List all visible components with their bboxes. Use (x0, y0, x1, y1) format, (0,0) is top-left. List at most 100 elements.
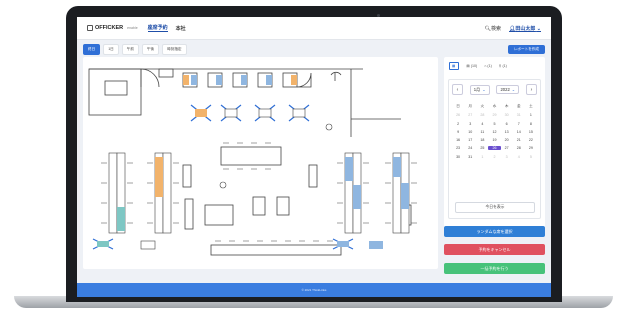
cancel-reservation-button[interactable]: 予約をキャンセル (444, 244, 545, 255)
calendar-day[interactable]: 24 (464, 146, 476, 150)
seat-desk-teal[interactable] (117, 207, 125, 231)
bulk-reservation-button[interactable]: 一括予約を行う (444, 263, 545, 274)
calendar-day[interactable]: 3 (464, 122, 476, 126)
floor-map[interactable] (83, 57, 438, 269)
calendar-day[interactable]: 2 (452, 122, 464, 126)
calendar-header: ‹ 1月 ⌄ 2022 ⌄ › (449, 80, 540, 99)
seat-cluster-2[interactable] (224, 108, 238, 118)
prev-month-button[interactable]: ‹ (452, 84, 463, 95)
calendar-day[interactable]: 29 (488, 113, 500, 117)
calendar-day[interactable]: 8 (525, 122, 537, 126)
logo-text: OFFICKER (95, 25, 124, 31)
calendar-day[interactable]: 6 (501, 122, 513, 126)
user-menu[interactable]: 👤︎田山太郎 ⌄ (509, 25, 541, 32)
nav-seat-reservation[interactable]: 座席予約 (147, 24, 168, 32)
show-today-button[interactable]: 今日を表示 (455, 202, 535, 213)
logo-tagline: enable (127, 26, 138, 30)
seat-cluster-1[interactable] (195, 109, 207, 117)
sofa-area (204, 204, 234, 226)
calendar-day[interactable]: 9 (452, 130, 464, 134)
calendar-day[interactable]: 5 (525, 155, 537, 159)
calendar-day[interactable]: 27 (501, 146, 513, 150)
seat-desk-blue-3[interactable] (393, 157, 401, 177)
weekday-header: 金 (516, 104, 521, 108)
year-select[interactable]: 2022 ⌄ (496, 85, 520, 94)
next-month-button[interactable]: › (526, 84, 537, 95)
calendar-day[interactable]: 27 (464, 113, 476, 117)
calendar-day[interactable]: 28 (476, 113, 488, 117)
calendar-day[interactable]: 2 (488, 155, 500, 159)
calendar-day[interactable]: 30 (452, 155, 464, 159)
tab-afternoon[interactable]: 午後 (141, 43, 160, 55)
calendar-day[interactable]: 1 (525, 113, 537, 117)
tab-time-specified[interactable]: 時刻指定 (162, 43, 187, 55)
door-arc (140, 68, 160, 88)
calendar-day[interactable]: 5 (488, 122, 500, 126)
seat-single-7[interactable] (369, 241, 383, 249)
random-seat-button[interactable]: ランダムな席を選択 (444, 226, 545, 237)
chevron-right-icon: › (530, 86, 533, 93)
calendar-day[interactable]: 10 (464, 130, 476, 134)
column-b (308, 164, 318, 188)
calendar-day[interactable]: 4 (476, 122, 488, 126)
month-select[interactable]: 1月 ⌄ (469, 84, 490, 95)
calendar-day[interactable]: 1 (476, 155, 488, 159)
seat-desk-blue-2[interactable] (353, 185, 361, 209)
calendar-day[interactable]: 16 (452, 138, 464, 142)
calendar-day[interactable]: 31 (513, 113, 525, 117)
app-logo[interactable]: OFFICKER (87, 25, 123, 31)
panel-tab-document[interactable]: ▤ (10) (466, 64, 477, 68)
seat-cluster-6[interactable] (337, 241, 349, 247)
search-button[interactable]: 🔍︎検索 (485, 25, 501, 32)
panel-tab-pin[interactable]: ⚲ (1) (499, 64, 507, 68)
calendar-day[interactable]: 26 (452, 113, 464, 117)
calendar-day[interactable]: 31 (464, 155, 476, 159)
search-label: 検索 (491, 25, 502, 32)
calendar-day[interactable]: 15 (525, 130, 537, 134)
seat-cluster-4[interactable] (292, 108, 306, 118)
panel-tab-home[interactable]: ⌂ (1) (484, 64, 492, 68)
seat-desk-blue-4[interactable] (401, 183, 409, 209)
calendar-day[interactable]: 20 (501, 138, 513, 142)
calendar-day[interactable]: 3 (501, 155, 513, 159)
seat-booth-5[interactable] (291, 75, 297, 85)
calendar-day[interactable]: 22 (525, 138, 537, 142)
weekday-header: 水 (492, 104, 497, 108)
calendar-day[interactable]: 14 (513, 130, 525, 134)
calendar-day[interactable]: 19 (488, 138, 500, 142)
calendar-day[interactable]: 17 (464, 138, 476, 142)
center-table (220, 146, 282, 166)
seat-booth-2[interactable] (216, 75, 222, 85)
panel-tab-home-count: (1) (487, 64, 492, 68)
seat-desk-blue-1[interactable] (345, 157, 353, 181)
calendar-day[interactable]: 4 (513, 155, 525, 159)
calendar-day[interactable]: 11 (476, 130, 488, 134)
seat-booth-1b[interactable] (183, 75, 189, 85)
calendar-day[interactable]: 29 (525, 146, 537, 150)
seat-single-8[interactable] (140, 240, 156, 250)
tab-morning[interactable]: 午前 (121, 43, 139, 55)
seat-cluster-3[interactable] (258, 108, 272, 118)
calendar-day[interactable]: 28 (513, 146, 525, 150)
floor-plan-svg[interactable] (83, 57, 438, 269)
calendar-day[interactable]: 21 (513, 138, 525, 142)
panel-tab-calendar[interactable]: ▦ (449, 62, 460, 70)
calendar-day[interactable]: 25 (476, 146, 488, 150)
seat-booth-4[interactable] (266, 75, 272, 85)
calendar-day[interactable]: 26 (488, 146, 501, 151)
tab-one-day[interactable]: 1日 (103, 43, 119, 55)
seat-desk-orange[interactable] (155, 157, 163, 197)
seat-booth-1[interactable] (191, 75, 197, 85)
calendar-day[interactable]: 12 (488, 130, 500, 134)
nav-headquarters[interactable]: 本社 (176, 25, 186, 32)
calendar-day[interactable]: 7 (513, 122, 525, 126)
logo-icon (87, 25, 93, 31)
tab-all-day[interactable]: 終日 (83, 43, 101, 55)
calendar-day[interactable]: 13 (501, 130, 513, 134)
seat-cluster-5[interactable] (97, 241, 109, 247)
calendar-day[interactable]: 23 (452, 146, 464, 150)
seat-booth-3[interactable] (241, 75, 247, 85)
calendar-day[interactable]: 30 (501, 113, 513, 117)
calendar-day[interactable]: 18 (476, 138, 488, 142)
create-report-button[interactable]: レポートを作成 (507, 44, 545, 54)
